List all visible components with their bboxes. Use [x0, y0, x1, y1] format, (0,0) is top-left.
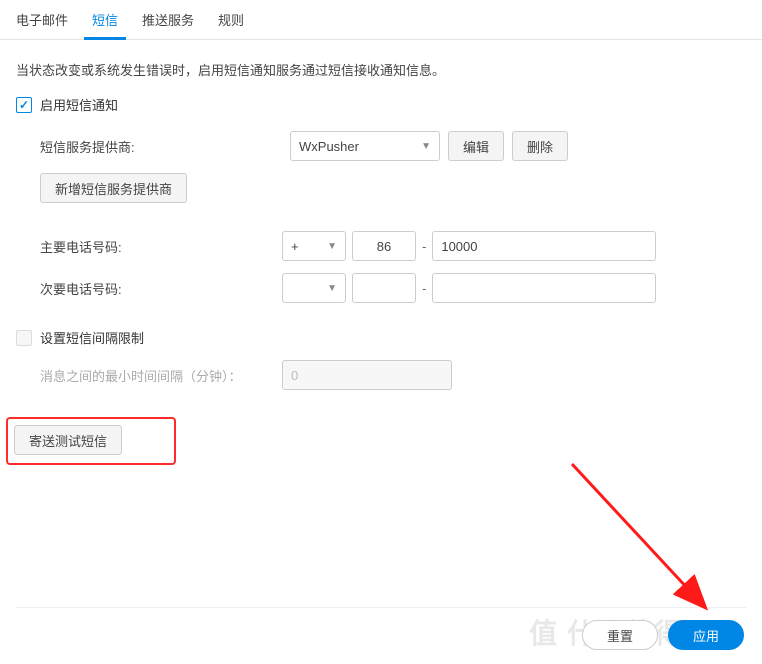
interval-min-row: 消息之间的最小时间间隔（分钟）：	[16, 359, 746, 391]
add-provider-row: 新增短信服务提供商	[40, 172, 746, 204]
content-area: 当状态改变或系统发生错误时，启用短信通知服务通过短信接收通知信息。 启用短信通知…	[0, 40, 762, 488]
provider-label: 短信服务提供商:	[40, 137, 282, 156]
secondary-prefix-select[interactable]: ▼	[282, 273, 346, 303]
enable-sms-label: 启用短信通知	[40, 95, 118, 114]
chevron-down-icon: ▼	[327, 241, 337, 252]
secondary-number-input[interactable]	[432, 273, 656, 303]
edit-provider-button[interactable]: 编辑	[448, 131, 504, 161]
tab-sms[interactable]: 短信	[92, 0, 118, 39]
footer-buttons: 重置 应用	[582, 620, 744, 650]
primary-prefix-value: +	[291, 239, 299, 254]
interval-min-input	[282, 360, 452, 390]
chevron-down-icon: ▼	[327, 283, 337, 294]
primary-number-input[interactable]	[432, 231, 656, 261]
apply-button[interactable]: 应用	[668, 620, 744, 650]
secondary-country-input[interactable]	[352, 273, 416, 303]
provider-value: WxPusher	[299, 139, 359, 154]
dash-separator: -	[422, 239, 426, 254]
primary-country-input[interactable]	[352, 231, 416, 261]
provider-select[interactable]: WxPusher ▼	[290, 131, 440, 161]
interval-checkbox-row: 设置短信间隔限制	[16, 328, 746, 347]
tab-push[interactable]: 推送服务	[142, 0, 194, 39]
primary-phone-row: 主要电话号码: + ▼ -	[40, 230, 746, 262]
secondary-phone-label: 次要电话号码:	[40, 279, 282, 298]
primary-prefix-select[interactable]: + ▼	[282, 231, 346, 261]
enable-sms-row: 启用短信通知	[16, 95, 746, 114]
sms-form-section: 短信服务提供商: WxPusher ▼ 编辑 删除 新增短信服务提供商 主要电话…	[16, 130, 746, 304]
tabs-bar: 电子邮件 短信 推送服务 规则	[0, 0, 762, 40]
secondary-phone-row: 次要电话号码: ▼ -	[40, 272, 746, 304]
interval-checkbox-label: 设置短信间隔限制	[40, 328, 144, 347]
enable-sms-checkbox[interactable]	[16, 97, 32, 113]
send-test-sms-button[interactable]: 寄送测试短信	[14, 425, 122, 455]
provider-row: 短信服务提供商: WxPusher ▼ 编辑 删除	[40, 130, 746, 162]
interval-checkbox[interactable]	[16, 330, 32, 346]
tab-email[interactable]: 电子邮件	[16, 0, 68, 39]
delete-provider-button[interactable]: 删除	[512, 131, 568, 161]
primary-phone-label: 主要电话号码:	[40, 237, 282, 256]
dash-separator: -	[422, 281, 426, 296]
tab-rules[interactable]: 规则	[218, 0, 244, 39]
description-text: 当状态改变或系统发生错误时，启用短信通知服务通过短信接收通知信息。	[16, 60, 746, 79]
highlight-annotation: 寄送测试短信	[6, 417, 176, 465]
footer-divider	[16, 607, 746, 608]
reset-button[interactable]: 重置	[582, 620, 658, 650]
add-provider-button[interactable]: 新增短信服务提供商	[40, 173, 187, 203]
interval-min-label: 消息之间的最小时间间隔（分钟）：	[40, 366, 282, 385]
chevron-down-icon: ▼	[421, 141, 431, 152]
